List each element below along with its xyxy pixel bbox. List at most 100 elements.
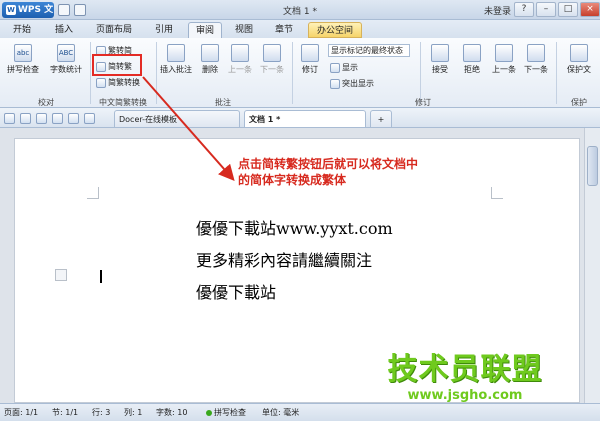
protect-doc-button[interactable]: 保护文 [560,44,598,75]
show-label: 显示 [342,63,358,72]
separator [90,42,91,104]
separator [156,42,157,104]
redo-icon[interactable] [84,113,95,124]
status-row: 行: 3 [92,408,111,417]
spellcheck-status-icon [206,409,212,416]
spellcheck-button[interactable]: abc 拼写检查 [6,44,40,75]
previous-comment-button[interactable]: 上一条 [226,44,254,75]
status-bar: 页面: 1/1 节: 1/1 行: 3 列: 1 字数: 10 拼写检查 单位:… [0,403,600,421]
ribbon-tabs: 开始 插入 页面布局 引用 审阅 视图 章节 办公空间 [0,20,600,38]
highlight-show-icon [330,78,340,89]
previous-change-button[interactable]: 上一条 [490,44,518,75]
watermark-url: www.jsgho.com [407,388,523,403]
wordcount-icon: ABC [57,44,75,62]
vertical-scrollbar[interactable] [584,128,600,403]
document-line: 更多精彩內容請繼續關注 [196,251,373,270]
tab-office-space[interactable]: 办公空间 [308,22,362,38]
document-tabs-bar: Docer-在线模板 文档 1 * + [0,108,600,128]
watermark-title: 技术员联盟 [387,352,543,387]
open-icon[interactable] [4,113,15,124]
group-chinese-conversion-label: 中文简繁转换 [99,98,147,107]
title-bar: WWPS 文字 文档 1 * 未登录 ? – □ × [0,0,600,31]
status-unit: 单位: 毫米 [262,408,300,417]
spellcheck-label: 拼写检查 [7,65,39,74]
tab-insert[interactable]: 插入 [48,22,80,38]
group-comments-label: 批注 [215,98,231,107]
simp-trad-convert-label: 简繁转换 [108,78,140,87]
accept-label: 接受 [432,65,448,74]
insert-comment-icon [167,44,185,62]
spellcheck-icon: abc [14,44,32,62]
simp-trad-convert-button[interactable]: 简繁转换 [96,76,140,89]
next-change-button[interactable]: 下一条 [522,44,550,75]
reject-button[interactable]: 拒绝 [458,44,486,75]
insert-comment-button[interactable]: 插入批注 [158,44,194,75]
print-icon[interactable] [36,113,47,124]
tab-view[interactable]: 视图 [228,22,260,38]
simp-trad-convert-icon [96,77,106,88]
text-cursor [100,270,102,283]
annotation-line: 的简体字转换成繁体 [238,173,347,187]
status-section: 节: 1/1 [52,408,79,417]
separator [292,42,293,104]
separator [420,42,421,104]
annotation-text: 点击简转繁按钮后就可以将文档中 的简体字转换成繁体 [238,156,468,188]
document-line: 優優下載站www.yyxt.com [196,219,393,238]
status-page: 页面: 1/1 [4,408,39,417]
status-col: 列: 1 [124,408,143,417]
highlight-show-label: 突出显示 [342,79,374,88]
save-icon[interactable] [20,113,31,124]
annotation-line: 点击简转繁按钮后就可以将文档中 [238,157,419,171]
help-icon[interactable]: ? [514,2,534,17]
tab-references[interactable]: 引用 [148,22,180,38]
track-changes-label: 修订 [302,65,318,74]
scrollbar-thumb[interactable] [587,146,598,186]
new-tab-button[interactable]: + [370,110,392,127]
paste-options-icon[interactable] [55,269,67,281]
group-proofreading-label: 校对 [38,98,54,107]
insert-comment-label: 插入批注 [160,65,192,74]
ribbon-review: abc 拼写检查 ABC 字数统计 校对 繁转简 简转繁 简繁转换 中文简繁转换… [0,38,600,108]
reject-icon [463,44,481,62]
restore-button[interactable]: □ [558,2,578,17]
login-status[interactable]: 未登录 [484,4,511,17]
display-state-select[interactable]: 显示标记的最终状态 [328,44,410,57]
reject-label: 拒绝 [464,65,480,74]
track-changes-button[interactable]: 修订 [296,44,324,75]
doc-tab-docer[interactable]: Docer-在线模板 [114,110,240,127]
track-changes-icon [301,44,319,62]
group-protect-label: 保护 [571,98,587,107]
show-button[interactable]: 显示 [330,61,358,74]
tab-chapter[interactable]: 章节 [268,22,300,38]
previous-change-label: 上一条 [492,65,516,74]
close-button[interactable]: × [580,2,600,17]
watermark: 技术员联盟 www.jsgho.com [370,352,560,404]
doc-tab-document1[interactable]: 文档 1 * [244,110,366,127]
tab-review[interactable]: 审阅 [188,22,222,38]
delete-comment-label: 删除 [202,65,218,74]
wordcount-label: 字数统计 [50,65,82,74]
tab-home[interactable]: 开始 [6,22,38,38]
margin-corner [87,187,99,199]
wordcount-button[interactable]: ABC 字数统计 [46,44,86,75]
next-comment-icon [263,44,281,62]
delete-comment-icon [201,44,219,62]
previous-comment-label: 上一条 [228,65,252,74]
delete-comment-button[interactable]: 删除 [198,44,222,75]
show-icon [330,62,340,73]
accept-button[interactable]: 接受 [426,44,454,75]
status-spellcheck[interactable]: 拼写检查 [206,404,246,421]
highlight-show-button[interactable]: 突出显示 [330,77,374,90]
tab-page-layout[interactable]: 页面布局 [88,22,140,38]
print-preview-icon[interactable] [52,113,63,124]
lock-icon [570,44,588,62]
accept-icon [431,44,449,62]
margin-corner [491,187,503,199]
protect-doc-label: 保护文 [567,65,591,74]
next-comment-button[interactable]: 下一条 [258,44,286,75]
minimize-button[interactable]: – [536,2,556,17]
undo-icon[interactable] [68,113,79,124]
next-change-label: 下一条 [524,65,548,74]
separator [556,42,557,104]
document-line: 優優下載站 [196,283,277,302]
